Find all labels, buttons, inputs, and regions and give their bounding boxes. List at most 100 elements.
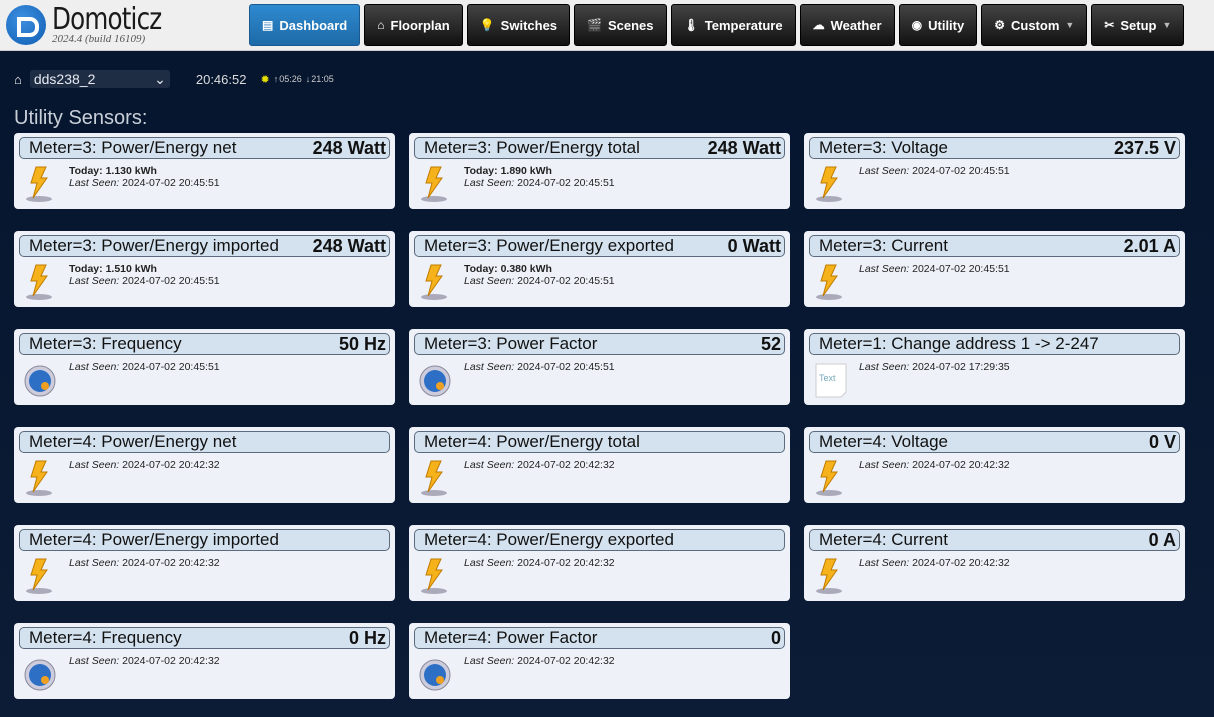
tools-icon: ✂ (1104, 18, 1115, 32)
device-card[interactable]: Meter=3: Power/Energy total 248 Watt Toda… (409, 133, 790, 209)
lightning-icon[interactable] (419, 459, 453, 497)
nav-label: Scenes (607, 17, 654, 33)
caret-down-icon: ▼ (1065, 20, 1075, 30)
last-seen: Last Seen: 2024-07-02 20:42:32 (859, 459, 1010, 471)
device-value: 0 Hz (348, 627, 386, 648)
device-header: Meter=3: Voltage 237.5 V (809, 137, 1180, 159)
device-card[interactable]: Meter=4: Power/Energy imported Last Seen… (14, 525, 395, 601)
device-name: Meter=4: Power/Energy total (424, 432, 640, 451)
nav-utility[interactable]: ◉ Utility (898, 4, 978, 46)
nav-custom[interactable]: ⚙ Custom ▼ (981, 4, 1088, 46)
last-seen: Last Seen: 2024-07-02 20:45:51 (69, 361, 220, 373)
nav-scenes[interactable]: 🎬 Scenes (574, 4, 667, 46)
dashboard-icon: ▤ (262, 18, 274, 32)
device-card[interactable]: Meter=4: Power Factor 0 Last Seen: 2024-0… (409, 623, 790, 699)
last-seen: Last Seen: 2024-07-02 20:45:51 (859, 263, 1010, 275)
lightning-icon[interactable] (419, 263, 453, 301)
nav-weather[interactable]: ☁ Weather (799, 4, 895, 46)
device-card[interactable]: Meter=3: Power/Energy exported 0 Watt Tod… (409, 231, 790, 307)
lightning-icon[interactable] (419, 557, 453, 595)
globe-icon[interactable] (419, 361, 453, 399)
device-info: Last Seen: 2024-07-02 20:45:51 (859, 165, 1010, 177)
lightning-icon[interactable] (24, 557, 58, 595)
device-card[interactable]: Meter=4: Voltage 0 V Last Seen: 2024-07-0… (804, 427, 1185, 503)
last-seen: Last Seen: 2024-07-02 20:45:51 (464, 361, 615, 373)
device-value: 0 (770, 627, 781, 648)
device-card[interactable]: Meter=3: Power/Energy imported 248 Watt T… (14, 231, 395, 307)
device-card[interactable]: Meter=4: Current 0 A Last Seen: 2024-07-0… (804, 525, 1185, 601)
last-seen: Last Seen: 2024-07-02 20:42:32 (69, 459, 220, 471)
nav-switches[interactable]: 💡 Switches (466, 4, 571, 46)
device-card[interactable]: Meter=4: Power/Energy exported Last Seen… (409, 525, 790, 601)
device-value: 50 Hz (338, 333, 386, 354)
device-card[interactable]: Meter=3: Power/Energy net 248 Watt Today:… (14, 133, 395, 209)
device-info: Last Seen: 2024-07-02 20:42:32 (69, 459, 220, 471)
lightning-icon[interactable] (814, 557, 848, 595)
lightning-icon[interactable] (24, 459, 58, 497)
device-card[interactable]: Meter=1: Change address 1 -> 2-247 Text … (804, 329, 1185, 405)
device-value: 248 Watt (707, 137, 781, 158)
last-seen: Last Seen: 2024-07-02 20:45:51 (69, 275, 220, 287)
device-info: Today: 0.380 kWh Last Seen: 2024-07-02 20… (464, 263, 615, 287)
nav-label: Dashboard (279, 17, 348, 33)
today-usage: Today: 1.890 kWh (464, 165, 552, 177)
device-header: Meter=3: Current 2.01 A (809, 235, 1180, 257)
device-card[interactable]: Meter=4: Power/Energy net Last Seen: 202… (14, 427, 395, 503)
text-icon[interactable]: Text (814, 361, 848, 399)
lightning-icon[interactable] (814, 165, 848, 203)
device-info: Today: 1.130 kWh Last Seen: 2024-07-02 20… (69, 165, 220, 189)
device-info: Last Seen: 2024-07-02 20:42:32 (69, 557, 220, 569)
sub-bar: ⌂ dds238_2 ⌄ 20:46:52 ✹ ↑ 05:26 ↓ 21:05 (14, 70, 334, 88)
nav-floorplan[interactable]: ⌂ Floorplan (364, 4, 463, 46)
domoticz-logo-icon[interactable] (6, 5, 46, 45)
device-name: Meter=3: Current (819, 236, 948, 255)
device-value: 0 A (1148, 529, 1176, 550)
device-header: Meter=3: Frequency 50 Hz (19, 333, 390, 355)
lightning-icon[interactable] (24, 165, 58, 203)
room-plan-icon: ⌂ (14, 71, 22, 87)
lightning-icon[interactable] (814, 263, 848, 301)
sunset-time: 21:05 (311, 74, 334, 84)
device-header: Meter=3: Power/Energy net 248 Watt (19, 137, 390, 159)
device-card[interactable]: Meter=4: Frequency 0 Hz Last Seen: 2024-0… (14, 623, 395, 699)
device-card[interactable]: Meter=3: Current 2.01 A Last Seen: 2024-0… (804, 231, 1185, 307)
device-card[interactable]: Meter=3: Frequency 50 Hz Last Seen: 2024-… (14, 329, 395, 405)
bulb-icon: 💡 (479, 18, 495, 32)
device-name: Meter=3: Power/Energy exported (424, 236, 674, 255)
lightning-icon[interactable] (814, 459, 848, 497)
device-info: Last Seen: 2024-07-02 20:42:32 (69, 655, 220, 667)
device-card[interactable]: Meter=4: Power/Energy total Last Seen: 2… (409, 427, 790, 503)
device-info: Last Seen: 2024-07-02 20:45:51 (464, 361, 615, 373)
device-info: Last Seen: 2024-07-02 20:42:32 (464, 655, 615, 667)
device-name: Meter=4: Power/Energy exported (424, 530, 674, 549)
device-header: Meter=4: Current 0 A (809, 529, 1180, 551)
today-usage: Today: 1.510 kWh (69, 263, 157, 275)
device-header: Meter=3: Power/Energy imported 248 Watt (19, 235, 390, 257)
device-info: Last Seen: 2024-07-02 20:42:32 (859, 459, 1010, 471)
device-info: Last Seen: 2024-07-02 20:42:32 (464, 459, 615, 471)
nav-dashboard[interactable]: ▤ Dashboard (249, 4, 361, 46)
last-seen: Last Seen: 2024-07-02 20:45:51 (464, 275, 615, 287)
device-name: Meter=3: Power/Energy net (29, 138, 237, 157)
last-seen: Last Seen: 2024-07-02 20:42:32 (859, 557, 1010, 569)
lightning-icon[interactable] (24, 263, 58, 301)
globe-icon[interactable] (419, 655, 453, 693)
room-select[interactable]: dds238_2 ⌄ (29, 70, 170, 88)
device-card[interactable]: Meter=3: Voltage 237.5 V Last Seen: 2024-… (804, 133, 1185, 209)
device-name: Meter=4: Power/Energy imported (29, 530, 279, 549)
device-card[interactable]: Meter=3: Power Factor 52 Last Seen: 2024-… (409, 329, 790, 405)
sun-icon: ✹ (260, 73, 270, 86)
globe-icon[interactable] (24, 655, 58, 693)
device-name: Meter=4: Power/Energy net (29, 432, 237, 451)
nav-temperature[interactable]: 🌡 Temperature (670, 4, 796, 46)
device-name: Meter=3: Power/Energy imported (29, 236, 279, 255)
nav-setup[interactable]: ✂ Setup ▼ (1091, 4, 1185, 46)
thermometer-icon: 🌡 (683, 18, 699, 32)
clapperboard-icon: 🎬 (587, 18, 602, 32)
lightning-icon[interactable] (419, 165, 453, 203)
device-header: Meter=4: Power/Energy net (19, 431, 390, 453)
globe-icon[interactable] (24, 361, 58, 399)
today-usage: Today: 0.380 kWh (464, 263, 552, 275)
device-header: Meter=3: Power/Energy total 248 Watt (414, 137, 785, 159)
main-nav: ▤ Dashboard ⌂ Floorplan 💡 Switches 🎬 Scenes 🌡 Tem… (249, 4, 1185, 46)
